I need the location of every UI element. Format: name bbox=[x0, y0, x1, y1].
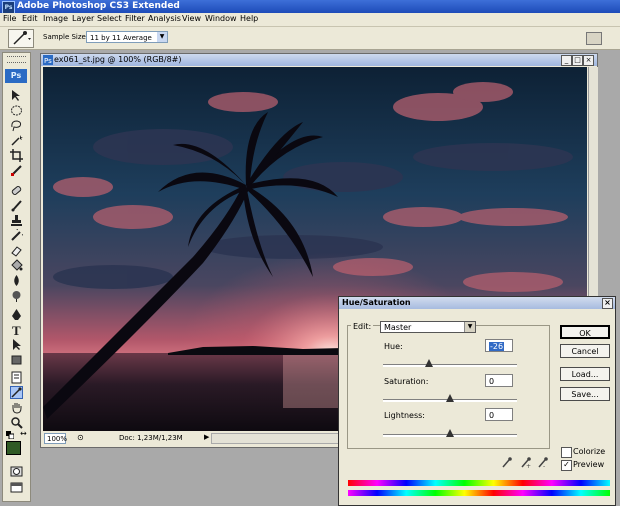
move-tool-icon[interactable] bbox=[10, 89, 23, 102]
eyedropper-icon[interactable] bbox=[502, 456, 512, 468]
doc-size-info: Doc: 1,23M/1,23M bbox=[119, 434, 183, 442]
pen-tool-icon[interactable] bbox=[10, 308, 23, 321]
saturation-input[interactable]: 0 bbox=[485, 374, 513, 387]
app-title: Adobe Photoshop CS3 Extended bbox=[17, 1, 180, 11]
blur-tool-icon[interactable] bbox=[10, 274, 23, 287]
chevron-down-icon: ▼ bbox=[464, 322, 475, 332]
sample-size-value: 11 by 11 Average bbox=[90, 34, 152, 42]
marquee-tool-icon[interactable] bbox=[10, 104, 23, 117]
minimize-button[interactable]: _ bbox=[561, 55, 572, 66]
edit-channel-select[interactable]: Master ▼ bbox=[380, 321, 476, 333]
menu-view[interactable]: View bbox=[182, 14, 201, 23]
menu-file[interactable]: File bbox=[3, 14, 16, 23]
shape-tool-icon[interactable] bbox=[10, 353, 23, 366]
eyedropper-plus-icon[interactable]: + bbox=[521, 456, 531, 468]
options-bar: Sample Size: 11 by 11 Average ▼ bbox=[0, 27, 620, 50]
hue-slider-thumb[interactable] bbox=[425, 359, 433, 367]
lightness-slider-thumb[interactable] bbox=[446, 429, 454, 437]
svg-text:-: - bbox=[543, 463, 545, 468]
menu-help[interactable]: Help bbox=[240, 14, 258, 23]
brush-tool-icon[interactable] bbox=[10, 199, 23, 212]
menu-analysis[interactable]: Analysis bbox=[148, 14, 181, 23]
sample-size-select[interactable]: 11 by 11 Average ▼ bbox=[86, 31, 168, 43]
menu-edit[interactable]: Edit bbox=[22, 14, 38, 23]
menu-layer[interactable]: Layer bbox=[72, 14, 94, 23]
hand-tool-icon[interactable] bbox=[10, 401, 23, 414]
edit-label: Edit: bbox=[351, 322, 374, 331]
menu-bar: File Edit Image Layer Select Filter Anal… bbox=[0, 13, 620, 27]
toolbox: Ps T ↔ bbox=[2, 52, 31, 502]
sample-size-label: Sample Size: bbox=[43, 33, 89, 41]
menu-filter[interactable]: Filter bbox=[125, 14, 145, 23]
save-button[interactable]: Save... bbox=[560, 387, 610, 401]
lightness-input[interactable]: 0 bbox=[485, 408, 513, 421]
dialog-title-bar[interactable]: Hue/Saturation × bbox=[339, 297, 615, 309]
lightness-label: Lightness: bbox=[384, 411, 425, 420]
colorize-checkbox[interactable] bbox=[561, 447, 572, 458]
healing-brush-tool-icon[interactable] bbox=[10, 184, 23, 197]
document-icon: Ps bbox=[43, 55, 53, 65]
magic-wand-tool-icon[interactable] bbox=[10, 134, 23, 147]
zoom-field[interactable]: 100% bbox=[44, 433, 67, 444]
hue-saturation-dialog: Hue/Saturation × Edit: Master ▼ Hue: -26… bbox=[338, 296, 616, 506]
screen-mode-icon[interactable] bbox=[10, 481, 23, 494]
lasso-tool-icon[interactable] bbox=[10, 119, 23, 132]
app-title-bar: Ps Adobe Photoshop CS3 Extended bbox=[0, 0, 620, 14]
saturation-label: Saturation: bbox=[384, 377, 429, 386]
eyedropper-icon bbox=[11, 387, 22, 398]
ok-button[interactable]: OK bbox=[560, 325, 610, 339]
palette-well-icon[interactable] bbox=[586, 32, 602, 45]
paint-bucket-tool-icon[interactable] bbox=[10, 259, 23, 272]
menu-window[interactable]: Window bbox=[205, 14, 237, 23]
path-selection-tool-icon[interactable] bbox=[10, 338, 23, 351]
swap-colors-icon[interactable]: ↔ bbox=[20, 429, 27, 438]
preview-checkbox[interactable]: ✓ bbox=[561, 460, 572, 471]
close-button[interactable]: × bbox=[583, 55, 594, 66]
hue-value: -26 bbox=[489, 342, 505, 351]
document-title: ex061_st.jpg @ 100% (RGB/8#) bbox=[54, 55, 182, 64]
foreground-color-swatch[interactable] bbox=[6, 441, 21, 455]
preview-label: Preview bbox=[573, 460, 605, 469]
type-tool-icon[interactable]: T bbox=[10, 323, 23, 336]
hue-input[interactable]: -26 bbox=[485, 339, 513, 352]
default-colors-icon[interactable] bbox=[6, 431, 14, 439]
photoshop-logo-icon[interactable]: Ps bbox=[5, 69, 27, 83]
history-brush-tool-icon[interactable] bbox=[10, 229, 23, 242]
load-button[interactable]: Load... bbox=[560, 367, 610, 381]
tool-preset-picker[interactable] bbox=[8, 29, 34, 48]
eraser-tool-icon[interactable] bbox=[10, 244, 23, 257]
hue-slider-track[interactable] bbox=[383, 364, 517, 367]
crop-tool-icon[interactable] bbox=[10, 149, 23, 162]
edit-channel-value: Master bbox=[384, 323, 412, 332]
status-menu-arrow-icon[interactable]: ▶ bbox=[204, 433, 209, 441]
zoom-tool-icon[interactable] bbox=[10, 416, 23, 429]
cancel-button[interactable]: Cancel bbox=[560, 344, 610, 358]
maximize-button[interactable]: □ bbox=[572, 55, 583, 66]
document-title-bar[interactable]: Ps ex061_st.jpg @ 100% (RGB/8#) _ □ × bbox=[41, 54, 597, 66]
chevron-down-icon: ▼ bbox=[157, 32, 167, 42]
toolbox-grip[interactable] bbox=[7, 56, 26, 63]
slice-tool-icon[interactable] bbox=[10, 164, 23, 177]
clone-stamp-tool-icon[interactable] bbox=[10, 214, 23, 227]
saturation-slider-thumb[interactable] bbox=[446, 394, 454, 402]
notes-tool-icon[interactable] bbox=[10, 371, 23, 384]
quick-mask-icon[interactable] bbox=[10, 465, 23, 478]
hue-label: Hue: bbox=[384, 342, 403, 351]
dodge-tool-icon[interactable] bbox=[10, 289, 23, 302]
dialog-close-button[interactable]: × bbox=[602, 298, 613, 309]
eyedropper-tool-button[interactable] bbox=[10, 386, 23, 399]
result-color-bar bbox=[348, 490, 610, 496]
menu-image[interactable]: Image bbox=[43, 14, 68, 23]
zoom-options-icon[interactable]: ⊙ bbox=[77, 433, 84, 442]
svg-text:T: T bbox=[12, 323, 21, 336]
source-color-bar bbox=[348, 480, 610, 486]
colorize-label: Colorize bbox=[573, 447, 606, 456]
svg-text:Ps: Ps bbox=[44, 57, 52, 65]
menu-select[interactable]: Select bbox=[97, 14, 122, 23]
svg-text:+: + bbox=[526, 463, 531, 468]
dialog-title: Hue/Saturation bbox=[342, 298, 411, 307]
eyedropper-icon bbox=[13, 31, 31, 45]
eyedropper-minus-icon[interactable]: - bbox=[538, 456, 548, 468]
